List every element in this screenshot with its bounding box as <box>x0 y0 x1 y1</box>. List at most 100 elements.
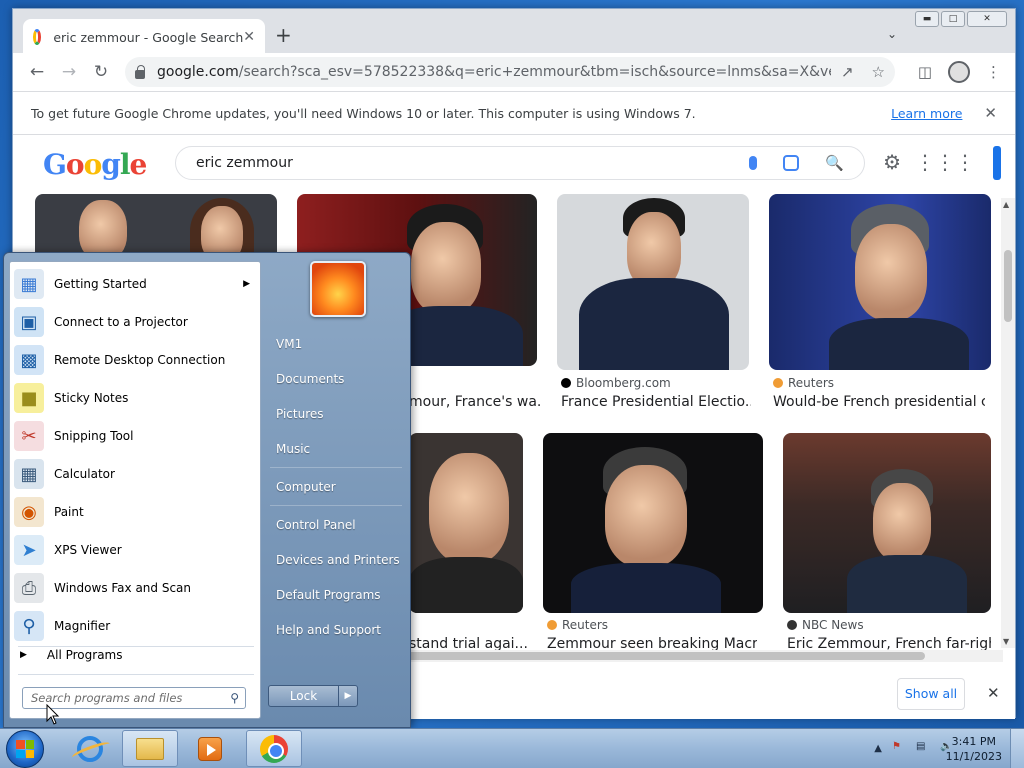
lens-icon[interactable] <box>783 155 800 171</box>
program-remote-desktop[interactable]: ▩ Remote Desktop Connection <box>14 342 258 378</box>
bookmark-star-icon[interactable]: ☆ <box>872 63 885 81</box>
reload-icon[interactable]: ↻ <box>85 62 117 82</box>
infobar-message: To get future Google Chrome updates, you… <box>31 105 696 121</box>
image-result[interactable] <box>543 433 763 613</box>
share-icon[interactable]: ↗ <box>841 63 854 81</box>
program-connect-projector[interactable]: ▣ Connect to a Projector <box>14 304 258 340</box>
start-link-computer[interactable]: Computer <box>276 480 336 494</box>
window-controls: ▬ □ ✕ <box>915 11 1007 27</box>
lock-button[interactable]: Lock ▶ <box>268 685 358 707</box>
start-link-help-support[interactable]: Help and Support <box>276 623 381 637</box>
tab-google-search[interactable]: eric zemmour - Google Search ✕ <box>23 19 265 55</box>
new-tab-button[interactable]: + <box>275 25 292 45</box>
infobar-close-icon[interactable]: ✕ <box>984 104 997 122</box>
chrome-icon <box>260 734 288 763</box>
fax-scan-icon: ⎙ <box>14 573 44 603</box>
action-center-flag-icon[interactable]: ⚑ <box>892 741 906 755</box>
search-icon[interactable]: 🔍 <box>825 154 844 172</box>
maximize-button[interactable]: □ <box>941 11 965 27</box>
url-text[interactable]: google.com/search?sca_esv=578522338&q=er… <box>157 64 831 80</box>
google-doodle-logo[interactable]: Google <box>43 148 147 181</box>
start-menu: ▦ Getting Started ▶ ▣ Connect to a Proje… <box>3 252 411 728</box>
user-picture-flower[interactable] <box>310 261 366 317</box>
taskbar-internet-explorer[interactable] <box>62 730 118 767</box>
program-sticky-notes[interactable]: ■ Sticky Notes <box>14 380 258 416</box>
network-icon[interactable]: ▤ <box>916 741 930 755</box>
start-button[interactable] <box>6 730 44 768</box>
start-link-default-programs[interactable]: Default Programs <box>276 588 381 602</box>
program-paint[interactable]: ◉ Paint <box>14 494 258 530</box>
show-desktop-button[interactable] <box>1010 729 1024 768</box>
windows-logo-icon <box>16 740 34 758</box>
show-hidden-icons-icon[interactable]: ▲ <box>874 743 882 754</box>
program-calculator[interactable]: ▦ Calculator <box>14 456 258 492</box>
search-input[interactable]: eric zemmour <box>196 155 749 171</box>
shutdown-options-arrow-icon[interactable]: ▶ <box>339 686 357 706</box>
menu-kebab-icon[interactable]: ⋮ <box>986 63 1001 81</box>
image-source[interactable]: Reuters <box>547 618 608 632</box>
program-getting-started[interactable]: ▦ Getting Started ▶ <box>14 266 258 302</box>
projector-icon: ▣ <box>14 307 44 337</box>
horizontal-scroll-thumb[interactable] <box>405 652 925 660</box>
image-caption[interactable]: France Presidential Electio... <box>561 394 751 410</box>
taskbar-google-chrome[interactable] <box>246 730 302 767</box>
learn-more-link[interactable]: Learn more <box>891 106 962 121</box>
image-caption[interactable]: mour, France's wa... <box>409 394 541 410</box>
internet-explorer-icon <box>77 735 103 762</box>
lock-icon[interactable] <box>135 64 145 79</box>
tab-close-icon[interactable]: ✕ <box>243 29 255 45</box>
start-programs-pane: ▦ Getting Started ▶ ▣ Connect to a Proje… <box>9 261 261 719</box>
forward-arrow-icon[interactable]: → <box>53 62 85 82</box>
taskbar-windows-explorer[interactable] <box>122 730 178 767</box>
scroll-up-icon[interactable]: ▲ <box>1003 200 1009 209</box>
separator <box>270 467 402 468</box>
search-box[interactable]: eric zemmour 🔍 <box>175 146 865 180</box>
minimize-button[interactable]: ▬ <box>915 11 939 27</box>
system-clock[interactable]: 3:41 PM 11/1/2023 <box>946 734 1002 764</box>
image-source[interactable]: Bloomberg.com <box>561 376 671 390</box>
image-result[interactable] <box>409 433 523 613</box>
search-icon[interactable]: ⚲ <box>230 691 239 705</box>
apps-grid-icon[interactable]: ⋮⋮⋮ <box>915 150 975 174</box>
program-fax-scan[interactable]: ⎙ Windows Fax and Scan <box>14 570 258 606</box>
close-window-button[interactable]: ✕ <box>967 11 1007 27</box>
tab-title: eric zemmour - Google Search <box>53 29 244 45</box>
side-panel-icon[interactable]: ◫ <box>918 63 932 81</box>
show-all-button[interactable]: Show all <box>897 678 965 710</box>
image-result[interactable] <box>769 194 991 370</box>
program-xps-viewer[interactable]: ➤ XPS Viewer <box>14 532 258 568</box>
address-bar[interactable]: google.com/search?sca_esv=578522338&q=er… <box>125 57 895 87</box>
separator <box>18 674 254 675</box>
vertical-scrollbar[interactable]: ▲ ▼ <box>1001 198 1015 648</box>
back-arrow-icon[interactable]: ← <box>21 62 53 82</box>
taskbar-media-player[interactable] <box>182 730 238 767</box>
profile-avatar[interactable] <box>948 61 970 83</box>
voice-search-icon[interactable] <box>749 156 758 170</box>
all-programs-button[interactable]: ▶ All Programs <box>20 648 123 662</box>
image-caption[interactable]: Would-be French presidential c... <box>773 394 985 410</box>
image-source[interactable]: Reuters <box>773 376 834 390</box>
program-snipping-tool[interactable]: ✂ Snipping Tool <box>14 418 258 454</box>
clock-date: 11/1/2023 <box>945 750 1002 763</box>
start-link-devices-printers[interactable]: Devices and Printers <box>276 553 400 567</box>
dismiss-close-icon[interactable]: ✕ <box>987 684 1000 702</box>
start-link-user[interactable]: VM1 <box>276 337 302 351</box>
calculator-icon: ▦ <box>14 459 44 489</box>
start-link-pictures[interactable]: Pictures <box>276 407 324 421</box>
sign-in-button[interactable] <box>993 146 1001 180</box>
image-source[interactable]: NBC News <box>787 618 864 632</box>
start-link-music[interactable]: Music <box>276 442 310 456</box>
google-favicon-icon <box>33 29 42 45</box>
program-magnifier[interactable]: ⚲ Magnifier <box>14 608 258 644</box>
tab-search-chevron-icon[interactable]: ⌄ <box>887 27 897 41</box>
submenu-arrow-icon: ▶ <box>243 279 250 289</box>
image-result[interactable] <box>557 194 749 370</box>
separator <box>18 646 254 647</box>
settings-gear-icon[interactable]: ⚙ <box>883 150 901 174</box>
start-link-documents[interactable]: Documents <box>276 372 344 386</box>
start-link-control-panel[interactable]: Control Panel <box>276 518 356 532</box>
horizontal-scrollbar[interactable] <box>405 650 1003 662</box>
vertical-scroll-thumb[interactable] <box>1004 250 1012 322</box>
image-result[interactable] <box>783 433 991 613</box>
scroll-down-icon[interactable]: ▼ <box>1003 637 1009 646</box>
